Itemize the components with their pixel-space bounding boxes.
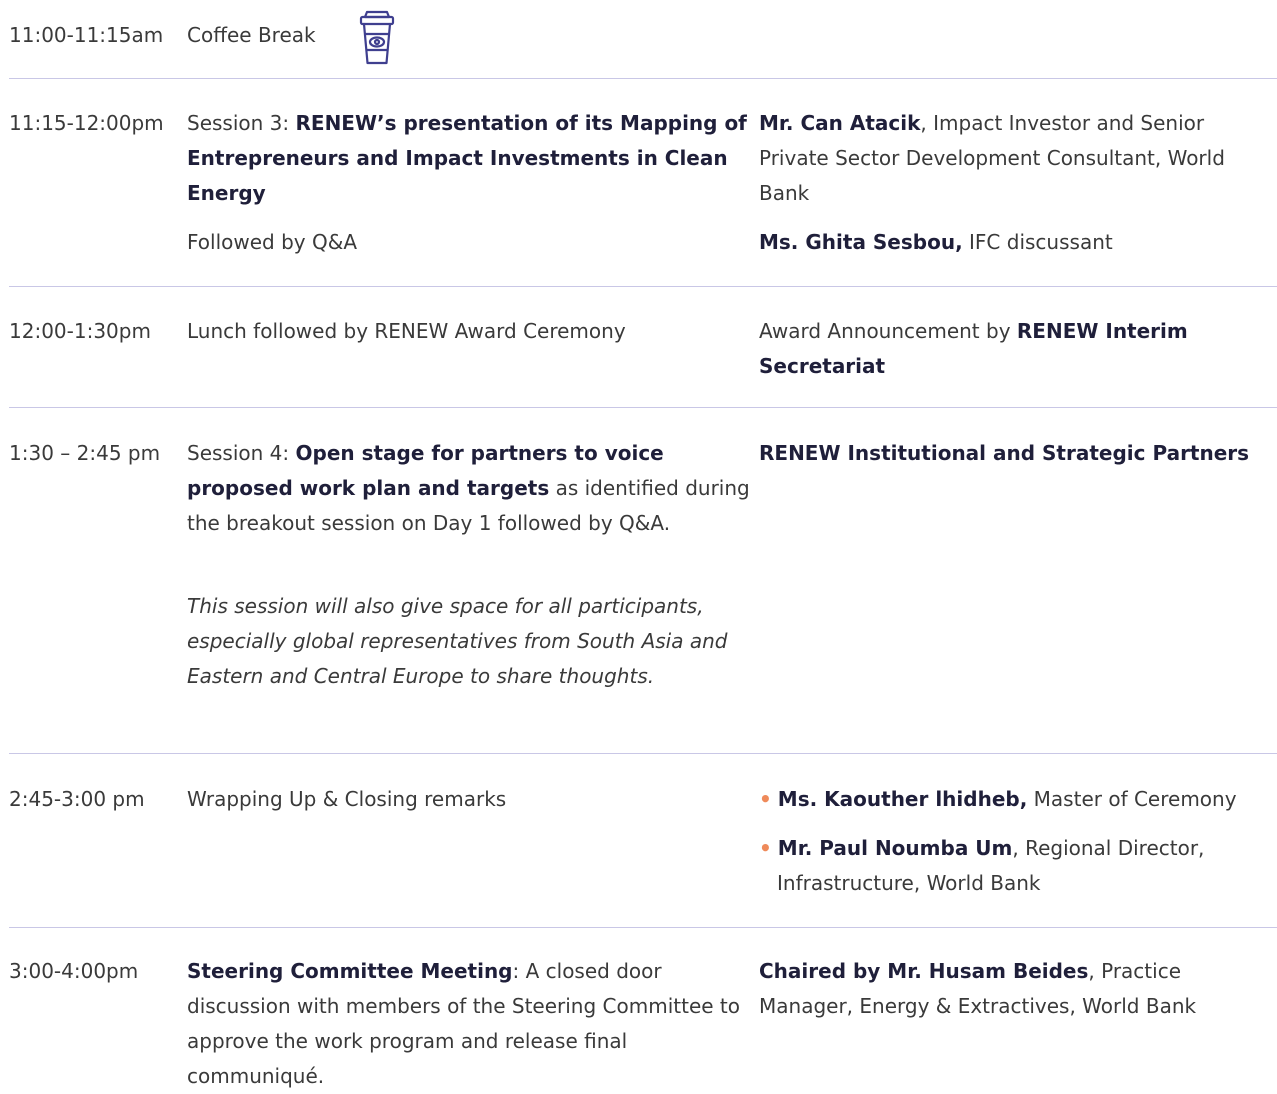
row-separator [9, 927, 1277, 928]
closing-speaker-2: • Mr. Paul Noumba Um, Regional Director, … [759, 831, 1274, 901]
row-separator [9, 286, 1277, 287]
bullet-icon: • [759, 836, 772, 860]
row-separator [9, 78, 1277, 79]
lunch-award-announcer: Award Announcement by RENEW Interim Secr… [759, 314, 1274, 384]
speaker-name: Ms. Ghita Sesbou, [759, 230, 963, 254]
bullet-icon: • [759, 787, 772, 811]
session-3-description: Session 3: RENEW’s presentation of its M… [187, 106, 752, 211]
coffee-cup-icon [359, 10, 395, 65]
session-4-prefix: Session 4: [187, 441, 296, 465]
activity-lunch: Lunch followed by RENEW Award Ceremony [187, 319, 626, 343]
steering-committee-description: Steering Committee Meeting: A closed doo… [187, 954, 752, 1094]
session-4-description: Session 4: Open stage for partners to vo… [187, 436, 752, 541]
steering-committee-title: Steering Committee Meeting [187, 959, 513, 983]
activity-coffee-break: Coffee Break [187, 23, 316, 47]
speaker-role: Master of Ceremony [1027, 787, 1237, 811]
steering-committee-chair: Chaired by Mr. Husam Beides, Practice Ma… [759, 954, 1274, 1024]
agenda-page: 11:00-11:15am Coffee Break 11:15-12:00pm… [0, 0, 1277, 1088]
time-closing: 2:45-3:00 pm [9, 787, 145, 811]
session-4-speakers: RENEW Institutional and Strategic Partne… [759, 436, 1274, 471]
speaker-name: Chaired by Mr. Husam Beides [759, 959, 1089, 983]
row-separator [9, 753, 1277, 754]
speaker-role: IFC discussant [962, 230, 1113, 254]
time-lunch: 12:00-1:30pm [9, 319, 151, 343]
speaker-name: Mr. Can Atacik [759, 111, 921, 135]
time-session-4: 1:30 – 2:45 pm [9, 441, 161, 465]
speaker-name: Ms. Kaouther lhidheb, [777, 787, 1028, 811]
row-separator [9, 407, 1277, 408]
time-coffee-break: 11:00-11:15am [9, 23, 164, 47]
time-session-3: 11:15-12:00pm [9, 111, 164, 135]
session-3-followup: Followed by Q&A [187, 230, 357, 254]
award-prefix: Award Announcement by [759, 319, 1017, 343]
closing-speaker-1: • Ms. Kaouther lhidheb, Master of Ceremon… [759, 782, 1274, 817]
speaker-name: Mr. Paul Noumba Um [777, 836, 1013, 860]
speaker-name: RENEW Institutional and Strategic Partne… [759, 441, 1250, 465]
time-steering-committee: 3:00-4:00pm [9, 959, 139, 983]
activity-closing: Wrapping Up & Closing remarks [187, 787, 507, 811]
session-3-prefix: Session 3: [187, 111, 296, 135]
session-3-speaker-1: Mr. Can Atacik, Impact Investor and Seni… [759, 106, 1274, 211]
session-3-speaker-2: Ms. Ghita Sesbou, IFC discussant [759, 225, 1274, 260]
session-4-note: This session will also give space for al… [187, 594, 728, 688]
